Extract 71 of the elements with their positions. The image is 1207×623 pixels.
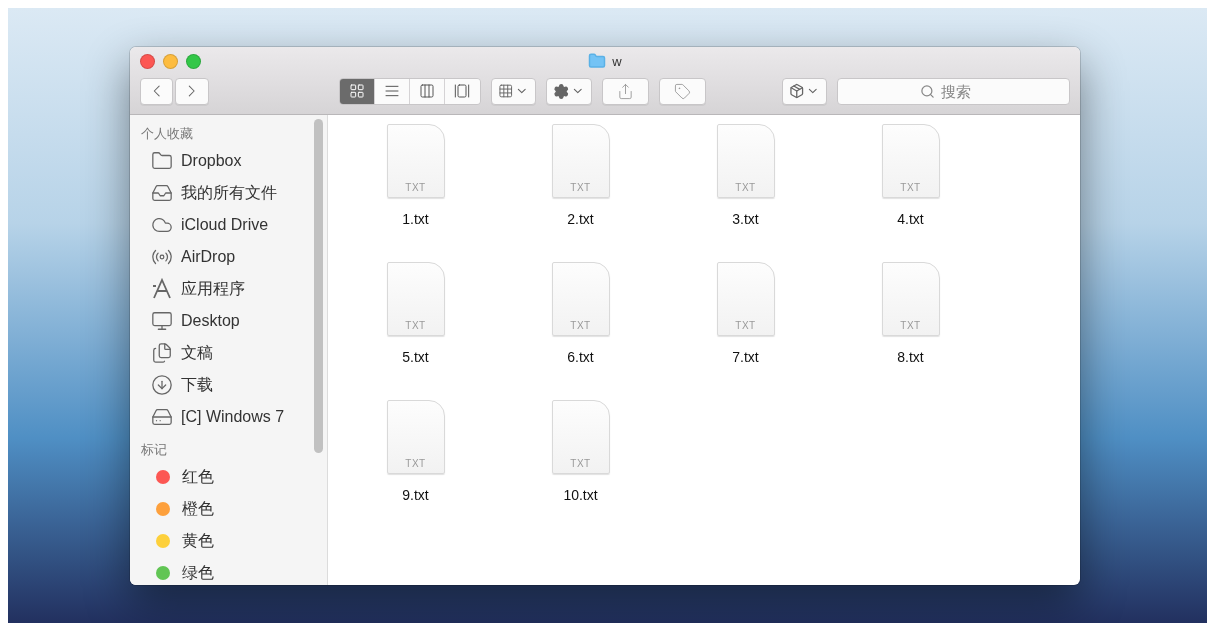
column-view-button[interactable]: [409, 78, 445, 104]
sidebar-item[interactable]: 绿色: [141, 557, 214, 585]
arrange-button[interactable]: [490, 77, 536, 105]
search-icon: [919, 83, 935, 99]
close-button[interactable]: [140, 53, 155, 69]
settings-icon: [552, 82, 570, 100]
tag-icon: [673, 82, 691, 100]
apps-icon: [151, 278, 173, 300]
sidebar-item[interactable]: 下载: [141, 369, 213, 401]
tag-button[interactable]: [658, 77, 706, 105]
minimize-button[interactable]: [163, 53, 178, 69]
scrollbar-thumb[interactable]: [314, 119, 323, 453]
sidebar-item[interactable]: 我的所有文件: [141, 177, 277, 209]
sidebar-heading: 标记: [141, 441, 168, 459]
grid-icon: [497, 83, 514, 99]
file-name[interactable]: 10.txt: [563, 487, 598, 503]
download-icon: [151, 374, 173, 396]
file-name[interactable]: 2.txt: [567, 211, 594, 227]
file-name[interactable]: 1.txt: [402, 211, 429, 227]
back-button[interactable]: [140, 77, 174, 105]
file-type-label: TXT: [570, 458, 591, 469]
gallery-icon: [454, 83, 471, 99]
sidebar-item[interactable]: [C] Windows 7: [141, 401, 285, 433]
file-name[interactable]: 6.txt: [567, 349, 594, 365]
file-type-label: TXT: [570, 182, 591, 193]
action-button[interactable]: [545, 77, 592, 105]
sidebar-item[interactable]: 橙色: [141, 493, 214, 525]
icon-view-button[interactable]: [339, 78, 375, 104]
list-view-button[interactable]: [374, 78, 410, 104]
sidebar-item[interactable]: 红色: [141, 461, 214, 493]
folder-icon: [151, 150, 173, 172]
file-name[interactable]: 3.txt: [732, 211, 759, 227]
file-name[interactable]: 4.txt: [897, 211, 924, 227]
share-button[interactable]: [601, 77, 649, 105]
search-input[interactable]: 搜索: [938, 81, 987, 101]
file-type-label: TXT: [900, 182, 921, 193]
sidebar-item[interactable]: 文稿: [141, 337, 213, 369]
columns-icon: [418, 83, 435, 99]
sidebar-item[interactable]: 黄色: [141, 525, 214, 557]
sidebar-item[interactable]: AirDrop: [141, 241, 236, 273]
view-mode-control[interactable]: [338, 77, 481, 105]
sidebar-item[interactable]: 应用程序: [141, 273, 245, 305]
sidebar-item[interactable]: Desktop: [141, 305, 240, 337]
desktop-icon: [151, 310, 173, 332]
dropbox-button[interactable]: [781, 77, 827, 105]
zoom-button[interactable]: [186, 53, 201, 69]
grid-icon: [348, 83, 365, 99]
file-type-label: TXT: [900, 320, 921, 331]
file-name[interactable]: 8.txt: [897, 349, 924, 365]
file-type-label: TXT: [405, 458, 426, 469]
folder-icon: [588, 52, 607, 70]
file-type-label: TXT: [570, 320, 591, 331]
file-name[interactable]: 5.txt: [402, 349, 429, 365]
file-type-label: TXT: [735, 320, 756, 331]
file-type-label: TXT: [405, 182, 426, 193]
gallery-view-button[interactable]: [444, 78, 480, 104]
list-icon: [383, 83, 400, 99]
sidebar-item[interactable]: iCloud Drive: [141, 209, 269, 241]
box-icon: [788, 83, 805, 99]
file-name[interactable]: 7.txt: [732, 349, 759, 365]
share-icon: [616, 82, 634, 100]
window-title: w: [612, 53, 622, 69]
drive-icon: [151, 406, 173, 428]
sidebar-item[interactable]: Dropbox: [141, 145, 242, 177]
file-type-label: TXT: [405, 320, 426, 331]
search-field[interactable]: 搜索: [836, 77, 1070, 105]
file-name[interactable]: 9.txt: [402, 487, 429, 503]
documents-icon: [151, 342, 173, 364]
sidebar-heading: 个人收藏: [141, 125, 194, 143]
file-type-label: TXT: [735, 182, 756, 193]
tray-icon: [151, 182, 173, 204]
